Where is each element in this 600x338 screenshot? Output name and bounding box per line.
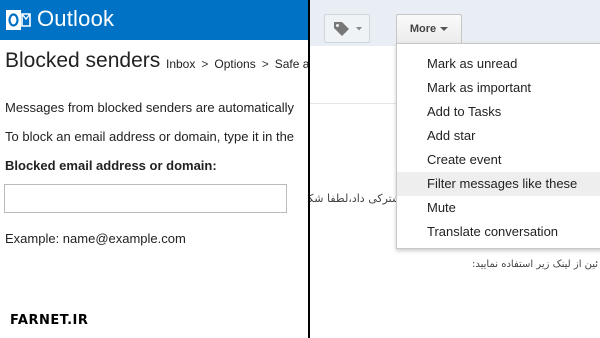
- outlook-logo-icon[interactable]: [5, 7, 31, 33]
- menu-item-mark-unread[interactable]: Mark as unread: [397, 52, 600, 76]
- watermark-logo: FARNET.IR: [10, 313, 89, 328]
- tag-icon: [334, 22, 362, 36]
- breadcrumb-inbox[interactable]: Inbox: [166, 57, 195, 71]
- menu-item-create-event[interactable]: Create event: [397, 148, 600, 172]
- menu-item-add-star[interactable]: Add star: [397, 124, 600, 148]
- outlook-panel: Outlook Blocked senders Inbox > Options > Sa…: [0, 0, 308, 338]
- blocked-address-label: Blocked email address or domain:: [5, 158, 217, 173]
- menu-item-mark-important[interactable]: Mark as important: [397, 76, 600, 100]
- gmail-toolbar: More: [310, 0, 600, 46]
- more-button[interactable]: More: [396, 14, 462, 44]
- more-button-label: More: [409, 23, 437, 35]
- message-text-line: ﺋﯿﻦ ﺍﺯ ﻟﯿﻨﮏ ﺯﯾﺮ ﺍﺳﺘﻔﺎﺩﻩ ﻧﻤﺎﯾﯿﺪ:: [472, 259, 599, 270]
- blocked-address-input[interactable]: [4, 184, 287, 213]
- menu-item-add-to-tasks[interactable]: Add to Tasks: [397, 100, 600, 124]
- chevron-down-icon: [440, 27, 449, 32]
- breadcrumb-separator: >: [201, 57, 209, 71]
- menu-item-mute[interactable]: Mute: [397, 196, 600, 220]
- app-name[interactable]: Outlook: [37, 6, 114, 32]
- more-dropdown-menu: Mark as unread Mark as important Add to …: [396, 43, 600, 249]
- labels-button[interactable]: [324, 14, 370, 43]
- info-text-blocked: Messages from blocked senders are automa…: [5, 100, 295, 115]
- breadcrumb: Inbox > Options > Safe a: [166, 57, 308, 71]
- breadcrumb-options[interactable]: Options: [214, 57, 255, 71]
- outlook-header-bar: Outlook: [0, 0, 308, 40]
- breadcrumb-separator: >: [261, 57, 269, 71]
- page-title: Blocked senders: [5, 49, 161, 72]
- menu-item-translate[interactable]: Translate conversation: [397, 220, 600, 244]
- menu-item-filter-messages[interactable]: Filter messages like these: [397, 172, 600, 196]
- breadcrumb-current: Safe a: [274, 57, 308, 71]
- gmail-panel: More ﻧﮏ ﺯﯾﺮ ﺍﺳﺘﻔﺎﺩﻩ ﻣﺸﺘﺮﮐﯽ ﺩﺍﺩ،ﻟﻄﻔﺎ ﺷﮑﯿﺒ…: [310, 0, 600, 338]
- info-text-instructions: To block an email address or domain, typ…: [5, 129, 295, 144]
- example-hint: Example: name@example.com: [5, 231, 186, 246]
